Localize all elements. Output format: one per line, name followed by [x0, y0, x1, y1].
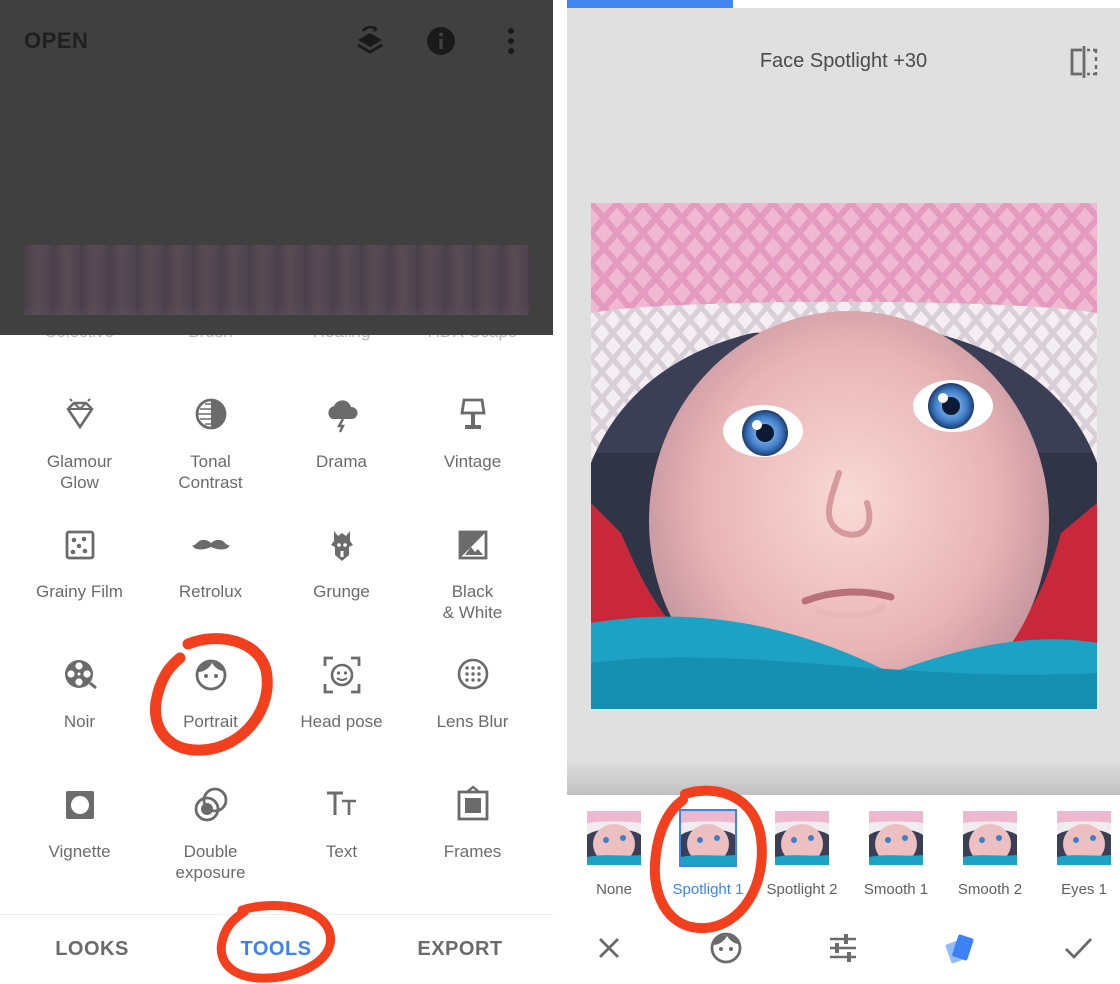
preset-label: Spotlight 1 [672, 881, 744, 898]
progress-fill [567, 0, 733, 8]
styles-cards-icon[interactable] [940, 928, 980, 968]
preset-label: Eyes 1 [1061, 881, 1107, 898]
tool-label: Vintage [443, 452, 502, 471]
preset-thumbnail [679, 809, 737, 867]
adjustment-title: Face Spotlight +30 [759, 50, 928, 72]
more-vert-icon[interactable] [494, 24, 528, 58]
tool-label: Double exposure [175, 842, 246, 882]
preset-spotlight-2[interactable]: Spotlight 2 [755, 809, 849, 898]
preset-thumbnail [867, 809, 925, 867]
double-exposure-icon [191, 785, 231, 825]
tool-label: Frames [443, 842, 502, 861]
sliders-icon[interactable] [823, 928, 863, 968]
tab-tools[interactable]: TOOLS [184, 938, 368, 961]
tool-double-exposure[interactable]: Double exposure [145, 785, 276, 905]
head-pose-icon [322, 655, 362, 695]
tool-label: Grainy Film [36, 582, 123, 601]
tools-screen: OPEN Selective Brush [0, 0, 553, 984]
nav-divider [0, 914, 553, 915]
tool-label: Text [325, 842, 358, 861]
tool-vignette[interactable]: Vignette [14, 785, 145, 905]
tool-label: Retrolux [178, 582, 243, 601]
tool-label: Lens Blur [436, 712, 509, 731]
preset-smooth-1[interactable]: Smooth 1 [849, 809, 943, 898]
preset-thumbnail [1055, 809, 1113, 867]
tool-lens-blur[interactable]: Lens Blur [407, 655, 538, 775]
tool-label: Black & White [442, 582, 503, 622]
frame-icon [453, 785, 493, 825]
text-icon [322, 785, 362, 825]
preset-strip: None Spotlight 1 Spotlight 2 Smooth 1 Smooth… [567, 795, 1120, 910]
info-icon[interactable] [424, 24, 458, 58]
film-reel-icon [60, 655, 100, 695]
tool-tonal-contrast[interactable]: Tonal Contrast [145, 395, 276, 515]
close-icon[interactable] [589, 928, 629, 968]
preset-label: Smooth 1 [863, 881, 929, 898]
tool-label: Tonal Contrast [178, 452, 243, 492]
tool-drama[interactable]: Drama [276, 395, 407, 515]
bw-photo-icon [453, 525, 493, 565]
vignette-icon [60, 785, 100, 825]
tool-glamour-glow[interactable]: Glamour Glow [14, 395, 145, 515]
lamp-icon [453, 395, 493, 435]
tool-noir[interactable]: Noir [14, 655, 145, 775]
diamond-icon [60, 395, 100, 435]
tool-label: Drama [315, 452, 367, 471]
progress-track [567, 0, 1120, 8]
preset-thumbnail [585, 809, 643, 867]
grunge-guitar-icon [322, 525, 362, 565]
preset-label: Smooth 2 [957, 881, 1023, 898]
contrast-circle-icon [191, 395, 231, 435]
grain-icon [60, 525, 100, 565]
lens-blur-icon [453, 655, 493, 695]
check-icon[interactable] [1058, 928, 1098, 968]
tab-looks[interactable]: LOOKS [0, 938, 184, 961]
dimmed-editor-area: OPEN [0, 0, 553, 335]
preset-thumbnail [773, 809, 831, 867]
edited-photo [591, 203, 1097, 709]
tool-label: Vignette [48, 842, 111, 861]
tool-label: Noir [63, 712, 96, 731]
tool-retrolux[interactable]: Retrolux [145, 525, 276, 645]
tool-label: Head pose [300, 712, 383, 731]
tool-vintage[interactable]: Vintage [407, 395, 538, 515]
face-icon [191, 655, 231, 695]
tool-text[interactable]: Text [276, 785, 407, 905]
compare-split-icon[interactable] [1066, 44, 1102, 80]
preset-thumbnail [961, 809, 1019, 867]
tool-head-pose[interactable]: Head pose [276, 655, 407, 775]
tool-frames[interactable]: Frames [407, 785, 538, 905]
preset-spotlight-1[interactable]: Spotlight 1 [661, 809, 755, 898]
open-button[interactable]: OPEN [24, 28, 88, 54]
preset-eyes-1[interactable]: Eyes 1 [1037, 809, 1120, 898]
tool-portrait[interactable]: Portrait [145, 655, 276, 775]
preset-none[interactable]: None [567, 809, 661, 898]
tab-export[interactable]: EXPORT [368, 938, 552, 961]
tool-label: Glamour Glow [46, 452, 113, 492]
tool-label: Grunge [313, 582, 370, 601]
tool-grainy-film[interactable]: Grainy Film [14, 525, 145, 645]
dim-edge [0, 315, 553, 335]
portrait-edit-screen: Face Spotlight +30 None Spotlight 1 Spot… [567, 0, 1120, 984]
preset-label: None [596, 881, 632, 898]
tool-grunge[interactable]: Grunge [276, 525, 407, 645]
mustache-icon [191, 525, 231, 565]
layers-stack-icon[interactable] [353, 24, 387, 58]
action-bar [567, 910, 1120, 984]
storm-cloud-icon [322, 395, 362, 435]
tool-label: Portrait [183, 712, 238, 731]
panel-shadow [567, 760, 1120, 795]
face-icon[interactable] [706, 928, 746, 968]
preset-label: Spotlight 2 [766, 881, 838, 898]
preset-smooth-2[interactable]: Smooth 2 [943, 809, 1037, 898]
tool-black-white[interactable]: Black & White [407, 525, 538, 645]
